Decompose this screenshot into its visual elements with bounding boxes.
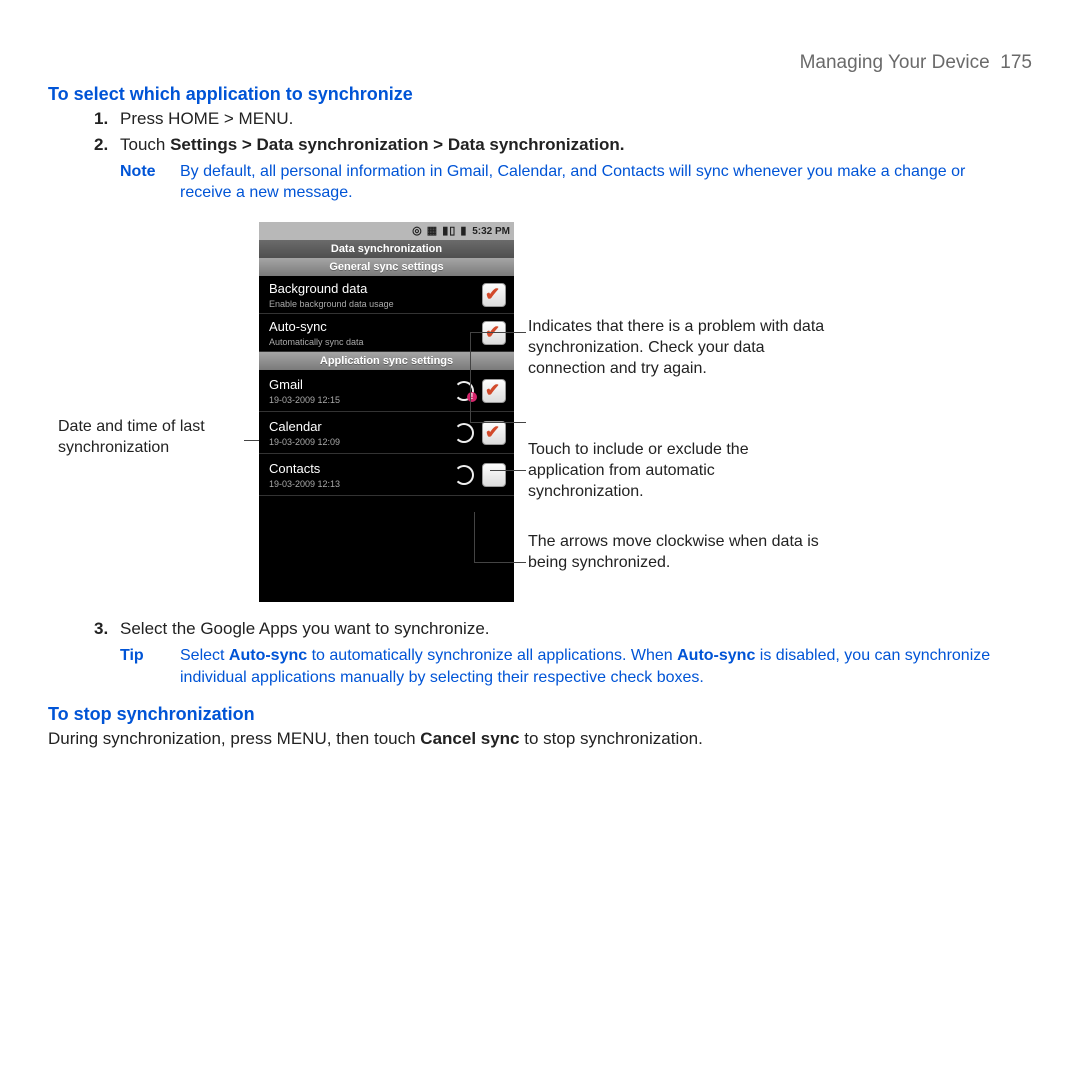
row-calendar[interactable]: Calendar 19-03-2009 12:09 xyxy=(259,412,514,454)
section-heading: To select which application to synchroni… xyxy=(48,82,1032,106)
row-title: Contacts xyxy=(269,460,454,478)
section-apps: Application sync settings xyxy=(259,352,514,370)
page-number: 175 xyxy=(1000,52,1032,73)
left-callouts: Date and time of last synchronization xyxy=(48,222,253,602)
row-contacts[interactable]: Contacts 19-03-2009 12:13 xyxy=(259,454,514,496)
tip-block: Tip Select Auto-sync to automatically sy… xyxy=(120,645,1012,688)
tip-label: Tip xyxy=(120,645,180,688)
row-subtitle: 19-03-2009 12:13 xyxy=(269,478,454,490)
page-header: Managing Your Device 175 xyxy=(48,50,1032,76)
step-2: 2. Touch Settings > Data synchronization… xyxy=(94,134,1032,157)
row-title: Auto-sync xyxy=(269,318,482,336)
row-subtitle: Automatically sync data xyxy=(269,336,482,348)
status-time: 5:32 PM xyxy=(472,226,510,237)
note-label: Note xyxy=(120,161,180,204)
row-background-data[interactable]: Background data Enable background data u… xyxy=(259,276,514,314)
checkbox-icon[interactable] xyxy=(482,379,506,403)
step-number: 3. xyxy=(94,618,120,641)
section-heading: To stop synchronization xyxy=(48,702,1032,726)
callout-arrows: The arrows move clockwise when data is b… xyxy=(528,532,828,574)
figure: Date and time of last synchronization ◎ … xyxy=(48,222,1032,602)
row-subtitle: 19-03-2009 12:09 xyxy=(269,436,454,448)
row-auto-sync[interactable]: Auto-sync Automatically sync data xyxy=(259,314,514,352)
note-block: Note By default, all personal informatio… xyxy=(120,161,1012,204)
body-text: During synchronization, press MENU, then… xyxy=(48,728,1032,751)
checkbox-icon[interactable] xyxy=(482,283,506,307)
row-title: Background data xyxy=(269,280,482,298)
step-1: 1. Press HOME > MENU. xyxy=(94,108,1032,131)
leader-line xyxy=(490,470,526,471)
status-icons: ◎ ▦ ▮▯ ▮ xyxy=(412,222,467,240)
leader-line xyxy=(470,332,526,333)
leader-line xyxy=(470,422,526,423)
row-subtitle: 19-03-2009 12:15 xyxy=(269,394,454,406)
checkbox-icon[interactable] xyxy=(482,321,506,345)
checkbox-icon[interactable] xyxy=(482,421,506,445)
callout-sync-problem: Indicates that there is a problem with d… xyxy=(528,317,828,379)
row-title: Gmail xyxy=(269,376,454,394)
checkbox-icon[interactable] xyxy=(482,463,506,487)
section-general: General sync settings xyxy=(259,258,514,276)
row-title: Calendar xyxy=(269,418,454,436)
step-text: Touch Settings > Data synchronization > … xyxy=(120,134,1032,157)
tip-text: Select Auto-sync to automatically synchr… xyxy=(180,645,1012,688)
step-number: 2. xyxy=(94,134,120,157)
note-text: By default, all personal information in … xyxy=(180,161,1012,204)
leader-line xyxy=(470,332,471,422)
step-text: Press HOME > MENU. xyxy=(120,108,1032,131)
step-text: Select the Google Apps you want to synch… xyxy=(120,618,1032,641)
screen-title: Data synchronization xyxy=(259,240,514,258)
callout-last-sync: Date and time of last synchronization xyxy=(58,417,253,459)
callout-include-exclude: Touch to include or exclude the applicat… xyxy=(528,440,828,502)
alert-icon: ! xyxy=(467,392,477,402)
step-number: 1. xyxy=(94,108,120,131)
right-callouts: Indicates that there is a problem with d… xyxy=(528,222,838,602)
leader-line xyxy=(474,562,526,563)
phone-screenshot: ◎ ▦ ▮▯ ▮ 5:32 PM Data synchronization Ge… xyxy=(259,222,514,602)
chapter-title: Managing Your Device xyxy=(800,52,990,73)
leader-line xyxy=(474,512,475,562)
row-subtitle: Enable background data usage xyxy=(269,298,482,310)
sync-icon xyxy=(454,465,474,485)
status-bar: ◎ ▦ ▮▯ ▮ 5:32 PM xyxy=(259,222,514,240)
step-3: 3. Select the Google Apps you want to sy… xyxy=(94,618,1032,641)
row-gmail[interactable]: Gmail 19-03-2009 12:15 ! xyxy=(259,370,514,412)
sync-icon xyxy=(454,423,474,443)
sync-icon: ! xyxy=(454,381,474,401)
